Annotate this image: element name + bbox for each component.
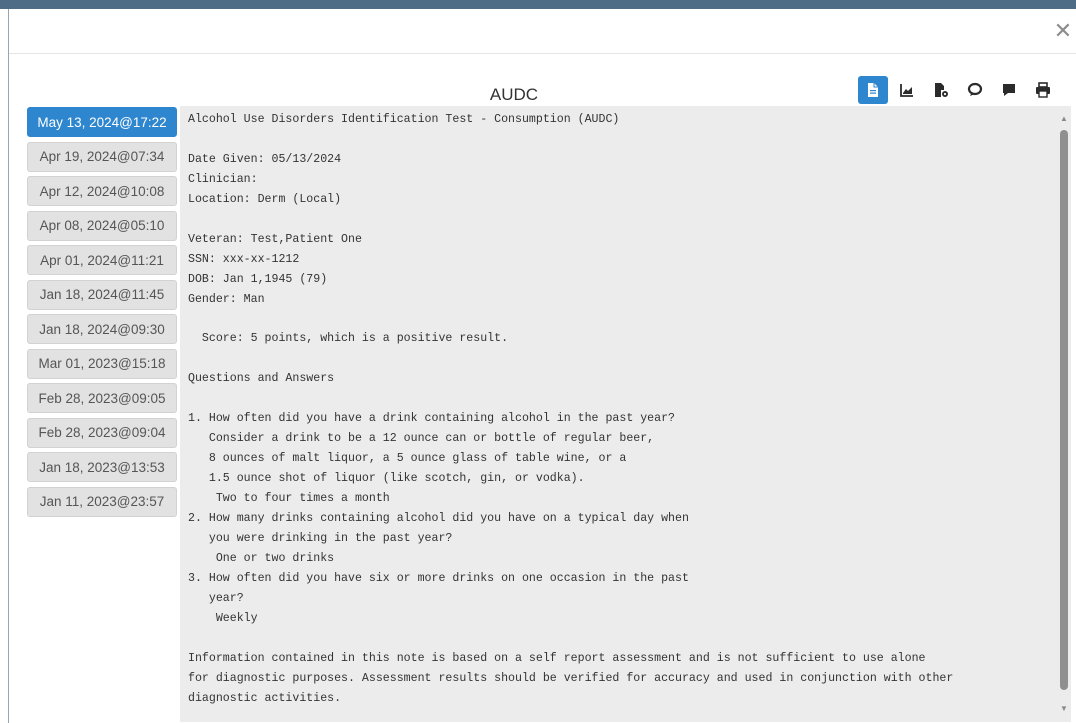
chat-bubble-icon — [967, 82, 983, 98]
date-item[interactable]: Jan 11, 2023@23:57 — [27, 486, 177, 517]
toolbar-button-comment[interactable] — [994, 76, 1024, 104]
date-item[interactable]: Jan 18, 2023@13:53 — [27, 452, 177, 482]
date-list: May 13, 2024@17:22 Apr 19, 2024@07:34 Apr … — [27, 107, 177, 521]
date-item[interactable]: Apr 12, 2024@10:08 — [27, 176, 177, 206]
scroll-down-icon[interactable]: ▼ — [1057, 702, 1071, 716]
audc-modal: ✕ AUDC May 13, 2024@17:22 Apr 19, 2024@07… — [8, 9, 1076, 723]
date-item[interactable]: Apr 08, 2024@05:10 — [27, 210, 177, 241]
toolbar-button-document[interactable] — [858, 76, 888, 104]
toolbar-button-line-chart[interactable] — [892, 76, 922, 104]
note-text: Alcohol Use Disorders Identification Tes… — [188, 113, 954, 705]
note-panel[interactable]: Alcohol Use Disorders Identification Tes… — [180, 106, 1071, 722]
close-icon[interactable]: ✕ — [1053, 21, 1073, 43]
comment-icon — [1001, 82, 1017, 98]
line-chart-icon — [899, 82, 915, 98]
document-icon — [865, 82, 881, 98]
toolbar-button-print[interactable] — [1028, 76, 1058, 104]
toolbar-button-file-settings[interactable] — [926, 76, 956, 104]
scroll-up-icon[interactable]: ▲ — [1057, 112, 1071, 126]
date-item[interactable]: Apr 01, 2024@11:21 — [27, 245, 177, 275]
print-icon — [1035, 82, 1051, 98]
date-item[interactable]: May 13, 2024@17:22 — [27, 107, 177, 137]
view-toolbar — [858, 76, 1058, 104]
date-item[interactable]: Feb 28, 2023@09:04 — [27, 417, 177, 448]
date-item[interactable]: Jan 18, 2024@09:30 — [27, 314, 177, 344]
date-item[interactable]: Jan 18, 2024@11:45 — [27, 279, 177, 310]
toolbar-button-chat-bubble[interactable] — [960, 76, 990, 104]
date-item[interactable]: Feb 28, 2023@09:05 — [27, 383, 177, 413]
page-title: AUDC — [489, 85, 539, 104]
scrollbar-thumb[interactable] — [1060, 130, 1068, 690]
background-app-strip — [0, 0, 1076, 9]
vertical-scrollbar[interactable]: ▲ ▼ — [1057, 106, 1071, 722]
date-item[interactable]: Apr 19, 2024@07:34 — [27, 141, 177, 172]
date-item[interactable]: Mar 01, 2023@15:18 — [27, 348, 177, 379]
file-settings-icon — [933, 82, 949, 98]
modal-header: ✕ — [9, 9, 1076, 54]
